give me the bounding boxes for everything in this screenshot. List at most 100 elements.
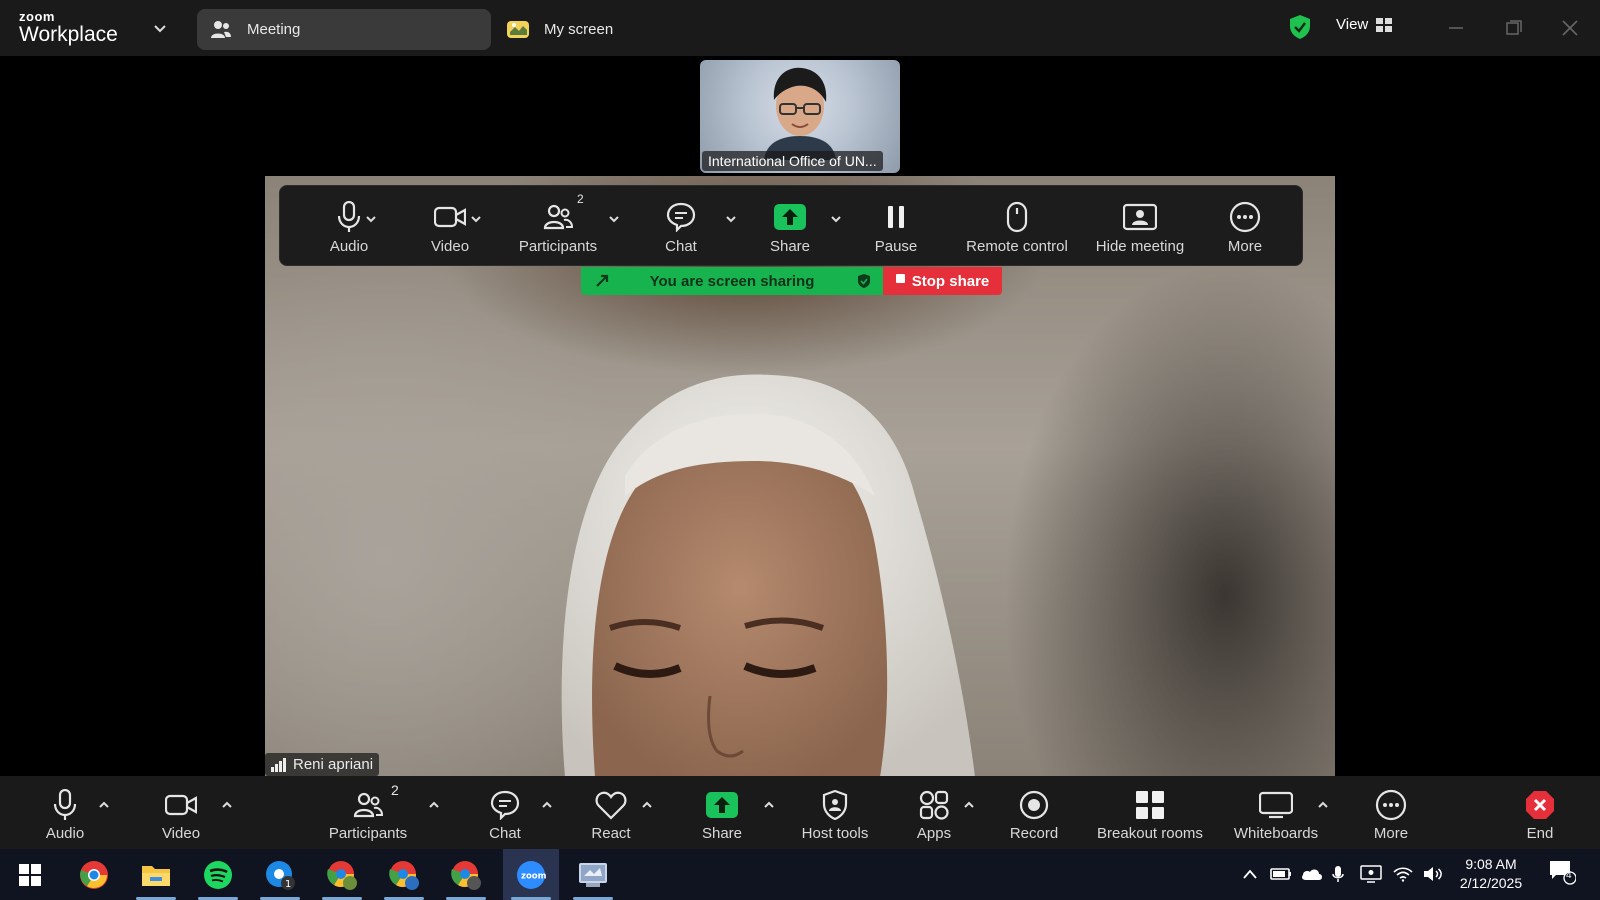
tray-battery[interactable] [1270,863,1292,885]
breakout-rooms-icon [1136,791,1164,819]
bottom-chat-button[interactable]: Chat [470,776,540,849]
system-clock[interactable]: 9:08 AM 2/12/2025 [1450,855,1532,893]
share-toolbar-participants-label: Participants [518,238,598,255]
bottom-audio-label: Audio [45,825,85,842]
tray-wifi[interactable] [1392,863,1414,885]
share-toolbar-video-label: Video [430,238,470,255]
tray-screen[interactable] [1360,863,1382,885]
bottom-participants-button[interactable]: 2 Participants [320,776,416,849]
bottom-chat-label: Chat [489,825,521,842]
taskbar-chrome-profile-2[interactable] [314,849,370,900]
security-shield-icon[interactable] [1288,14,1312,40]
taskbar-chrome-profile-3[interactable] [376,849,432,900]
people-icon [209,18,233,42]
svg-text:1: 1 [285,879,291,890]
screen-sharing-banner[interactable]: You are screen sharing [581,267,883,295]
react-options-chevron-up-icon[interactable] [640,798,654,812]
view-button[interactable]: View [1336,16,1393,33]
video-options-chevron-icon[interactable] [469,212,483,226]
maximize-button[interactable] [1500,14,1528,42]
end-meeting-label: End [1526,825,1554,842]
share-toolbar-remote-control[interactable]: Remote control [962,186,1072,267]
share-toolbar-more-label: More [1227,238,1263,255]
chrome-profile-icon [389,860,419,890]
taskbar-chrome-profile-1[interactable]: 1 [252,849,308,900]
chat-options-chevron-icon[interactable] [724,212,738,226]
clock-time: 9:08 AM [1465,856,1517,872]
participants-options-chevron-up-icon[interactable] [427,798,441,812]
bottom-video-label: Video [161,825,201,842]
whiteboard-icon [1259,791,1293,819]
taskbar-snipping-tool[interactable] [565,849,621,900]
share-options-chevron-up-icon[interactable] [762,798,776,812]
bottom-breakout-rooms-button[interactable]: Breakout rooms [1090,776,1210,849]
bottom-record-button[interactable]: Record [999,776,1069,849]
shield-check-icon [858,274,870,288]
minimize-button[interactable] [1442,14,1470,42]
participants-options-chevron-icon[interactable] [607,212,621,226]
share-toolbar-more[interactable]: More [1210,186,1280,267]
tab-my-screen-label: My screen [544,21,614,38]
taskbar-chrome[interactable] [66,849,122,900]
participant-thumbnail[interactable]: International Office of UN... [700,60,900,173]
share-toolbar-audio-label: Audio [329,238,369,255]
more-icon [1229,201,1261,233]
bottom-host-tools-button[interactable]: Host tools [795,776,875,849]
tab-my-screen[interactable]: My screen [504,9,674,50]
end-meeting-button[interactable]: End [1505,776,1575,849]
chrome-profile-icon [451,860,481,890]
screen-share-icon [506,18,530,42]
share-options-chevron-icon[interactable] [829,212,843,226]
bottom-participants-label: Participants [328,825,408,842]
tray-volume[interactable] [1422,863,1444,885]
taskbar-zoom[interactable]: zoom [503,849,559,900]
video-options-chevron-up-icon[interactable] [220,798,234,812]
chrome-icon [80,860,108,889]
share-toolbar-share[interactable]: Share [755,186,825,267]
chat-options-chevron-up-icon[interactable] [540,798,554,812]
share-toolbar-participants[interactable]: 2 Participants [508,186,608,267]
share-toolbar-audio[interactable]: Audio [314,186,384,267]
close-icon [1562,20,1578,36]
close-button[interactable] [1556,14,1584,42]
chevron-down-icon[interactable] [152,20,168,36]
stop-square-icon [895,273,905,283]
wifi-icon [1393,867,1413,882]
tab-meeting[interactable]: Meeting [197,9,491,50]
stop-share-button[interactable]: Stop share [883,267,1002,295]
tray-overflow-button[interactable] [1240,863,1260,885]
drag-handle-icon[interactable] [595,274,609,288]
audio-options-chevron-icon[interactable] [364,212,378,226]
apps-options-chevron-up-icon[interactable] [962,798,976,812]
microphone-icon [53,789,77,820]
bottom-share-button[interactable]: Share [687,776,757,849]
bottom-video-button[interactable]: Video [146,776,216,849]
audio-options-chevron-up-icon[interactable] [97,798,111,812]
whiteboards-options-chevron-up-icon[interactable] [1316,798,1330,812]
bottom-react-button[interactable]: React [576,776,646,849]
bottom-apps-button[interactable]: Apps [899,776,969,849]
view-label: View [1336,16,1369,33]
taskbar-file-explorer[interactable] [128,849,184,900]
screen-share-toolbar: Audio Video 2 Participants Chat Share Pa… [279,185,1303,266]
bottom-audio-button[interactable]: Audio [34,776,96,849]
share-toolbar-hide-meeting-label: Hide meeting [1095,238,1185,255]
taskbar-chrome-profile-4[interactable] [438,849,494,900]
taskbar-spotify[interactable] [190,849,246,900]
share-toolbar-share-label: Share [769,238,811,255]
tray-microphone[interactable] [1330,863,1346,885]
share-toolbar-chat[interactable]: Chat [646,186,716,267]
share-toolbar-video[interactable]: Video [410,186,490,267]
notification-center-button[interactable]: 4 [1546,861,1578,885]
bottom-record-label: Record [1009,825,1059,842]
cloud-icon [1302,869,1322,880]
bottom-more-button[interactable]: More [1356,776,1426,849]
title-bar: zoom Workplace Meeting My screen View [0,0,1600,56]
tray-onedrive[interactable] [1300,863,1324,885]
start-button[interactable] [2,849,58,900]
chrome-profile-icon [327,860,357,890]
share-toolbar-hide-meeting[interactable]: Hide meeting [1085,186,1195,267]
share-toolbar-pause[interactable]: Pause [861,186,931,267]
bottom-whiteboards-button[interactable]: Whiteboards [1226,776,1326,849]
svg-text:zoom: zoom [521,871,546,881]
